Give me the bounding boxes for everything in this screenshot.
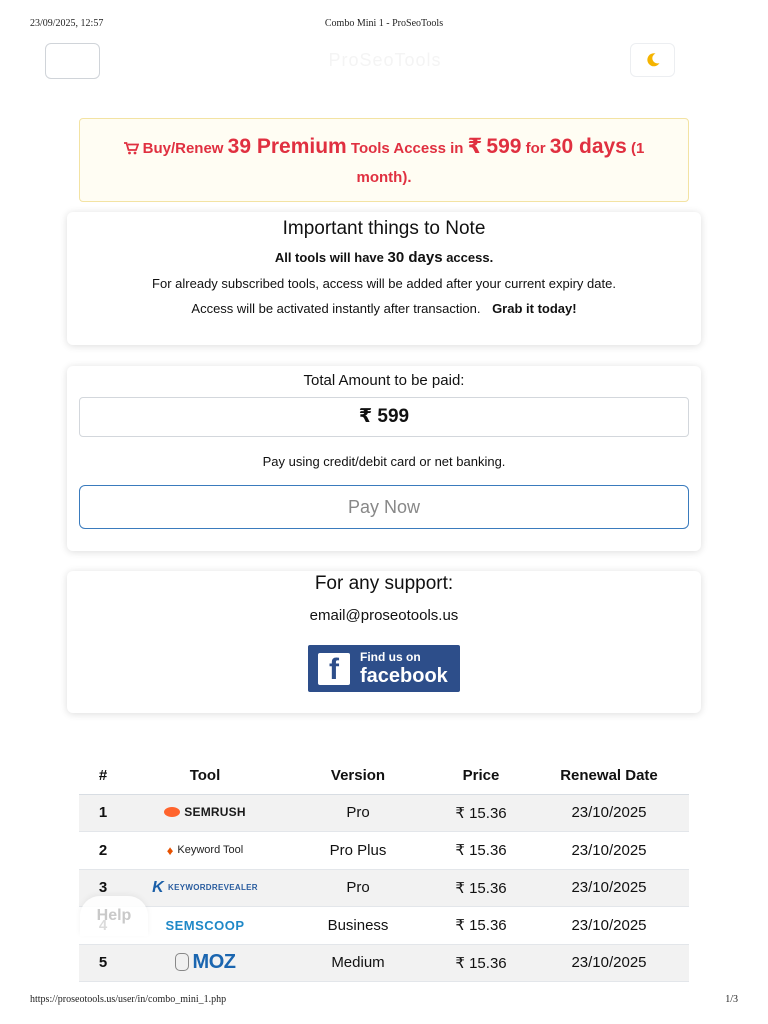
- print-header: 23/09/2025, 12:57 Combo Mini 1 - ProSeoT…: [30, 18, 738, 30]
- row-num: 2: [79, 831, 127, 870]
- tool-name: MOZ: [192, 950, 236, 973]
- tool-logo-cell: MOZ: [127, 944, 283, 982]
- row-price: ₹ 15.36: [433, 869, 529, 907]
- support-title: For any support:: [314, 573, 454, 594]
- pay-now-button[interactable]: Pay Now: [79, 485, 689, 529]
- promo-duration: 30 days: [549, 135, 627, 158]
- keyword-revealer-logo: K KEYWORDREVEALER: [152, 879, 258, 897]
- row-num: 5: [79, 944, 127, 982]
- row-price: ₹ 15.36: [433, 831, 529, 870]
- row-num: 1: [79, 794, 127, 832]
- tool-logo-cell: K KEYWORDREVEALER: [127, 869, 283, 907]
- row-version: Pro: [283, 794, 433, 832]
- row-renewal: 23/10/2025: [529, 906, 689, 945]
- col-header-tool: Tool: [127, 758, 283, 795]
- row-version: Pro Plus: [283, 831, 433, 870]
- row-renewal: 23/10/2025: [529, 794, 689, 832]
- notes-card: Important things to Note All tools will …: [67, 212, 701, 345]
- row-version: Medium: [283, 944, 433, 982]
- row-renewal: 23/10/2025: [529, 944, 689, 982]
- table-row: 4 SEMSCOOP Business ₹ 15.36 23/10/2025: [79, 906, 689, 945]
- print-footer: https://proseotools.us/user/in/combo_min…: [30, 994, 738, 1006]
- col-header-price: Price: [433, 758, 529, 795]
- notes-line-3-text: Access will be activated instantly after…: [191, 301, 481, 316]
- facebook-button[interactable]: f Find us on facebook: [308, 645, 460, 692]
- promo-banner: Buy/Renew 39 Premium Tools Access in ₹ 5…: [79, 118, 689, 202]
- table-row: 3 K KEYWORDREVEALER Pro ₹ 15.36 23/10/202…: [79, 869, 689, 907]
- row-price: ₹ 15.36: [433, 944, 529, 982]
- semrush-mark-icon: [164, 807, 181, 818]
- promo-for: for: [525, 140, 546, 157]
- notes-line-3: Access will be activated instantly after…: [67, 301, 701, 316]
- notes-line-1: All tools will have 30 days access.: [67, 249, 701, 266]
- robot-icon: [174, 953, 189, 971]
- theme-toggle-button[interactable]: [630, 43, 675, 77]
- moz-logo: MOZ: [174, 950, 236, 974]
- facebook-small-text: Find us on: [360, 650, 421, 664]
- tool-name: KEYWORDREVEALER: [168, 883, 258, 893]
- notes-line-3-strong: Grab it today!: [492, 301, 577, 316]
- k-mark-icon: K: [152, 878, 164, 896]
- help-button[interactable]: Help: [80, 896, 148, 936]
- promo-price: 599: [486, 135, 522, 158]
- payment-amount: ₹ 599: [79, 397, 689, 437]
- semrush-logo: SEMRUSH: [164, 805, 246, 820]
- notes-line-1-suffix: access.: [446, 250, 494, 265]
- tool-name: SEMRUSH: [184, 805, 246, 820]
- tool-logo-cell: SEMRUSH: [127, 794, 283, 832]
- keyword-tool-logo: ♦ Keyword Tool: [167, 843, 243, 858]
- print-doc-title: Combo Mini 1 - ProSeoTools: [324, 18, 444, 29]
- print-url: https://proseotools.us/user/in/combo_min…: [30, 994, 227, 1005]
- promo-mid: Tools Access in: [350, 140, 464, 157]
- support-email-link[interactable]: email@proseotools.us: [67, 607, 701, 624]
- col-header-num: #: [79, 758, 127, 795]
- row-price: ₹ 15.36: [433, 794, 529, 832]
- tool-name: Keyword Tool: [177, 844, 244, 857]
- flame-icon: ♦: [166, 842, 174, 858]
- promo-currency: ₹: [467, 135, 483, 158]
- tool-name: SEMSCOOP: [165, 917, 245, 933]
- payment-label: Total Amount to be paid:: [303, 372, 465, 389]
- payment-note: Pay using credit/debit card or net banki…: [262, 454, 506, 469]
- facebook-icon: f: [318, 652, 350, 685]
- row-price: ₹ 15.36: [433, 906, 529, 945]
- row-renewal: 23/10/2025: [529, 869, 689, 907]
- moon-icon: [646, 53, 659, 67]
- notes-title: Important things to Note: [282, 218, 486, 239]
- tool-logo-cell: ♦ Keyword Tool: [127, 831, 283, 870]
- tools-table: # Tool Version Price Renewal Date 1 SEMR…: [79, 758, 689, 982]
- print-page-number: 1/3: [725, 994, 738, 1005]
- site-brand[interactable]: ProSeoTools: [300, 50, 470, 72]
- notes-line-2: For already subscribed tools, access wil…: [152, 276, 616, 291]
- notes-line-1-prefix: All tools will have: [274, 250, 384, 265]
- col-header-version: Version: [283, 758, 433, 795]
- tool-logo-cell: SEMSCOOP: [127, 906, 283, 945]
- table-row: 1 SEMRUSH Pro ₹ 15.36 23/10/2025: [79, 794, 689, 832]
- promo-count: 39 Premium: [227, 135, 347, 158]
- row-version: Business: [283, 906, 433, 945]
- row-renewal: 23/10/2025: [529, 831, 689, 870]
- cart-icon: [123, 137, 139, 164]
- payment-card: Total Amount to be paid: ₹ 599 Pay using…: [67, 366, 701, 551]
- promo-prefix: Buy/Renew: [142, 140, 224, 157]
- semscoop-logo: SEMSCOOP: [165, 918, 244, 933]
- table-row: 5 MOZ Medium ₹ 15.36 23/10/2025: [79, 944, 689, 982]
- table-row: 2 ♦ Keyword Tool Pro Plus ₹ 15.36 23/10/2…: [79, 831, 689, 870]
- notes-line-1-strong: 30 days: [387, 249, 443, 266]
- support-card: For any support: email@proseotools.us f …: [67, 571, 701, 713]
- facebook-text: Find us on facebook: [360, 650, 448, 687]
- row-version: Pro: [283, 869, 433, 907]
- table-header-row: # Tool Version Price Renewal Date: [79, 758, 689, 795]
- facebook-big-text: facebook: [360, 665, 448, 687]
- menu-toggle-button[interactable]: [45, 43, 100, 79]
- col-header-renewal: Renewal Date: [529, 758, 689, 795]
